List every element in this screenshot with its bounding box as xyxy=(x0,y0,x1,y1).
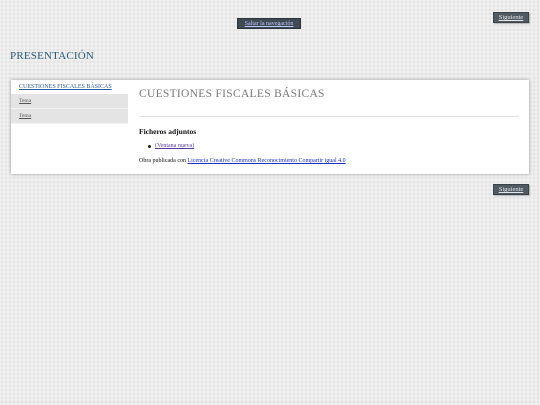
package-title: PRESENTACIÓN xyxy=(10,50,95,62)
next-button-top[interactable]: Siguiente xyxy=(493,12,529,23)
title-divider xyxy=(139,116,519,117)
sidebar-nav: CUESTIONES FISCALES BÁSICAS Tema Tema xyxy=(11,80,128,174)
skip-navigation-link[interactable]: Saltar la navegación xyxy=(237,18,301,29)
license-text: Obra publicada con Licencia Creative Com… xyxy=(139,158,346,164)
page-title: CUESTIONES FISCALES BÁSICAS xyxy=(139,88,325,100)
list-item: (Ventana nueva) xyxy=(148,143,194,149)
content-area: CUESTIONES FISCALES BÁSICAS Ficheros adj… xyxy=(139,80,519,174)
bullet-icon xyxy=(148,144,151,148)
attachments-heading: Ficheros adjuntos xyxy=(139,127,197,136)
attachment-link[interactable]: (Ventana nueva) xyxy=(155,143,194,149)
license-prefix: Obra publicada con xyxy=(139,158,186,164)
license-link[interactable]: Licencia Creative Commons Reconocimiento… xyxy=(187,158,345,164)
sidebar-item-cuestiones-fiscales[interactable]: CUESTIONES FISCALES BÁSICAS xyxy=(11,80,128,94)
main-panel: CUESTIONES FISCALES BÁSICAS Tema Tema CU… xyxy=(11,80,529,174)
next-button-bottom[interactable]: Siguiente xyxy=(493,184,529,195)
attachments-list: (Ventana nueva) xyxy=(148,143,194,149)
sidebar-item-tema-2[interactable]: Tema xyxy=(11,109,128,124)
sidebar-item-tema-1[interactable]: Tema xyxy=(11,94,128,109)
